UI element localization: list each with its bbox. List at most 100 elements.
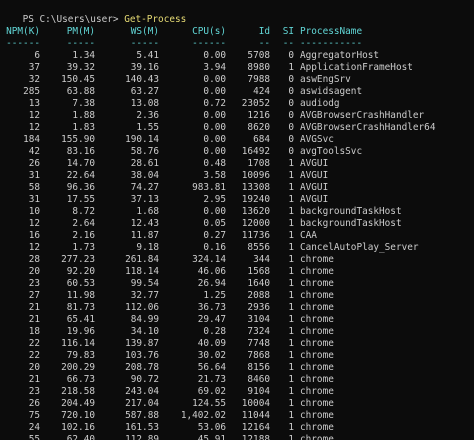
table-row-npm: 37	[28, 62, 40, 73]
table-row-process-name: CancelAutoPlay_Server	[300, 242, 419, 253]
table-row-pm: 102.16	[61, 422, 95, 433]
table-row-cpu: 0.16	[203, 242, 226, 253]
table-row: 26 204.49 217.04 124.55 10004 1 chrome	[0, 398, 474, 410]
table-row-ws: 58.76	[130, 146, 159, 157]
table-row-npm: 12	[28, 242, 40, 253]
table-row: 28 277.23 261.84 324.14 344 1 chrome	[0, 254, 474, 266]
table-row: 22 116.14 139.87 40.09 7748 1 chrome	[0, 338, 474, 350]
table-row-ws: 34.10	[130, 326, 159, 337]
table-row-id: 684	[253, 134, 270, 145]
table-row-process-name: chrome	[300, 266, 334, 277]
table-row-id: 424	[253, 86, 270, 97]
table-row-pm: 17.55	[66, 194, 95, 205]
table-row-pm: 11.98	[66, 290, 95, 301]
table-row-process-name: AVGUI	[300, 170, 329, 181]
table-row: 13 7.38 13.08 0.72 23052 0 audiodg	[0, 98, 474, 110]
table-row-si: 1	[288, 242, 294, 253]
table-row-ws: 28.61	[130, 158, 159, 169]
table-row-si: 1	[288, 398, 294, 409]
table-row-pm: 150.45	[61, 74, 95, 85]
table-row-process-name: backgroundTaskHost	[300, 206, 402, 217]
table-row-si: 0	[288, 122, 294, 133]
table-row-pm: 79.83	[66, 350, 95, 361]
table-header-npm: NPM(K)	[6, 26, 40, 37]
table-row-npm: 23	[28, 278, 40, 289]
table-row-si: 1	[288, 410, 294, 421]
table-header-id: Id	[258, 26, 270, 37]
table-row-id: 8980	[247, 62, 270, 73]
table-row-pm: 19.96	[66, 326, 95, 337]
table-row-process-name: CAA	[300, 230, 317, 241]
table-row-pm: 204.49	[61, 398, 95, 409]
command-text: Get-Process	[124, 14, 187, 25]
table-row-cpu: 1,402.02	[180, 410, 226, 421]
table-row-process-name: chrome	[300, 398, 334, 409]
powershell-terminal[interactable]: PS C:\Users\user> Get-Process NPM(K) PM(M…	[0, 0, 474, 440]
table-row-ws: 5.41	[136, 50, 159, 61]
table-row-process-name: chrome	[300, 386, 334, 397]
table-row-id: 8620	[247, 122, 270, 133]
table-row-ws: 84.99	[130, 314, 159, 325]
table-row-id: 13308	[241, 182, 270, 193]
table-row-pm: 1.73	[72, 242, 95, 253]
table-row-cpu: 26.94	[197, 278, 226, 289]
table-row-id: 7748	[247, 338, 270, 349]
table-row-npm: 75	[28, 410, 40, 421]
table-row-npm: 13	[28, 98, 40, 109]
table-row-ws: 99.54	[130, 278, 159, 289]
table-row-cpu: 124.55	[192, 398, 226, 409]
table-row-si: 1	[288, 314, 294, 325]
table-row-pm: 720.10	[61, 410, 95, 421]
table-row-si: 0	[288, 98, 294, 109]
table-row-npm: 26	[28, 158, 40, 169]
table-row-cpu: 2.95	[203, 194, 226, 205]
table-row-si: 1	[288, 338, 294, 349]
table-row-si: 1	[288, 194, 294, 205]
table-row-cpu: 0.05	[203, 218, 226, 229]
table-row-si: 1	[288, 218, 294, 229]
header-separator-cpu: ------	[192, 38, 226, 49]
header-separator-ws: -----	[130, 38, 159, 49]
table-row-process-name: chrome	[300, 290, 334, 301]
table-row-cpu: 29.47	[197, 314, 226, 325]
header-separator-npm: ------	[6, 38, 40, 49]
table-row-id: 1640	[247, 278, 270, 289]
table-row-si: 1	[288, 254, 294, 265]
table-header-cpu: CPU(s)	[192, 26, 226, 37]
table-row-id: 11736	[241, 230, 270, 241]
table-row-si: 1	[288, 230, 294, 241]
table-row-cpu: 0.00	[203, 206, 226, 217]
table-row-id: 12188	[241, 434, 270, 440]
table-row: 23 60.53 99.54 26.94 1640 1 chrome	[0, 278, 474, 290]
table-row-id: 10096	[241, 170, 270, 181]
table-row-ws: 63.27	[130, 86, 159, 97]
table-row-ws: 74.27	[130, 182, 159, 193]
table-row-id: 8556	[247, 242, 270, 253]
table-row-si: 1	[288, 182, 294, 193]
table-row-npm: 42	[28, 146, 40, 157]
table-row: 75 720.10 587.88 1,402.02 11044 1 chrome	[0, 410, 474, 422]
table-row-ws: 139.87	[125, 338, 159, 349]
table-row-npm: 22	[28, 350, 40, 361]
table-row-process-name: AVGBrowserCrashHandler	[300, 110, 425, 121]
prompt-line: PS C:\Users\user> Get-Process	[0, 2, 187, 25]
table-row-npm: 23	[28, 386, 40, 397]
table-row-id: 7868	[247, 350, 270, 361]
table-row: 21 81.73 112.06 36.73 2936 1 chrome	[0, 302, 474, 314]
table-row-ws: 2.36	[136, 110, 159, 121]
table-row-si: 1	[288, 422, 294, 433]
table-row-npm: 10	[28, 206, 40, 217]
table-row-id: 11044	[241, 410, 270, 421]
table-row-si: 0	[288, 110, 294, 121]
table-row: 58 96.36 74.27 983.81 13308 1 AVGUI	[0, 182, 474, 194]
table-row: 12 1.88 2.36 0.00 1216 0 AVGBrowserCrashHandle…	[0, 110, 474, 122]
table-row-si: 0	[288, 86, 294, 97]
table-row-id: 1216	[247, 110, 270, 121]
table-row-process-name: AVGUI	[300, 182, 329, 193]
table-row-pm: 62.40	[66, 434, 95, 440]
table-row-pm: 155.90	[61, 134, 95, 145]
table-row-si: 0	[288, 74, 294, 85]
table-row-si: 1	[288, 362, 294, 373]
table-row-cpu: 1.25	[203, 290, 226, 301]
table-row-process-name: aswEngSrv	[300, 74, 351, 85]
